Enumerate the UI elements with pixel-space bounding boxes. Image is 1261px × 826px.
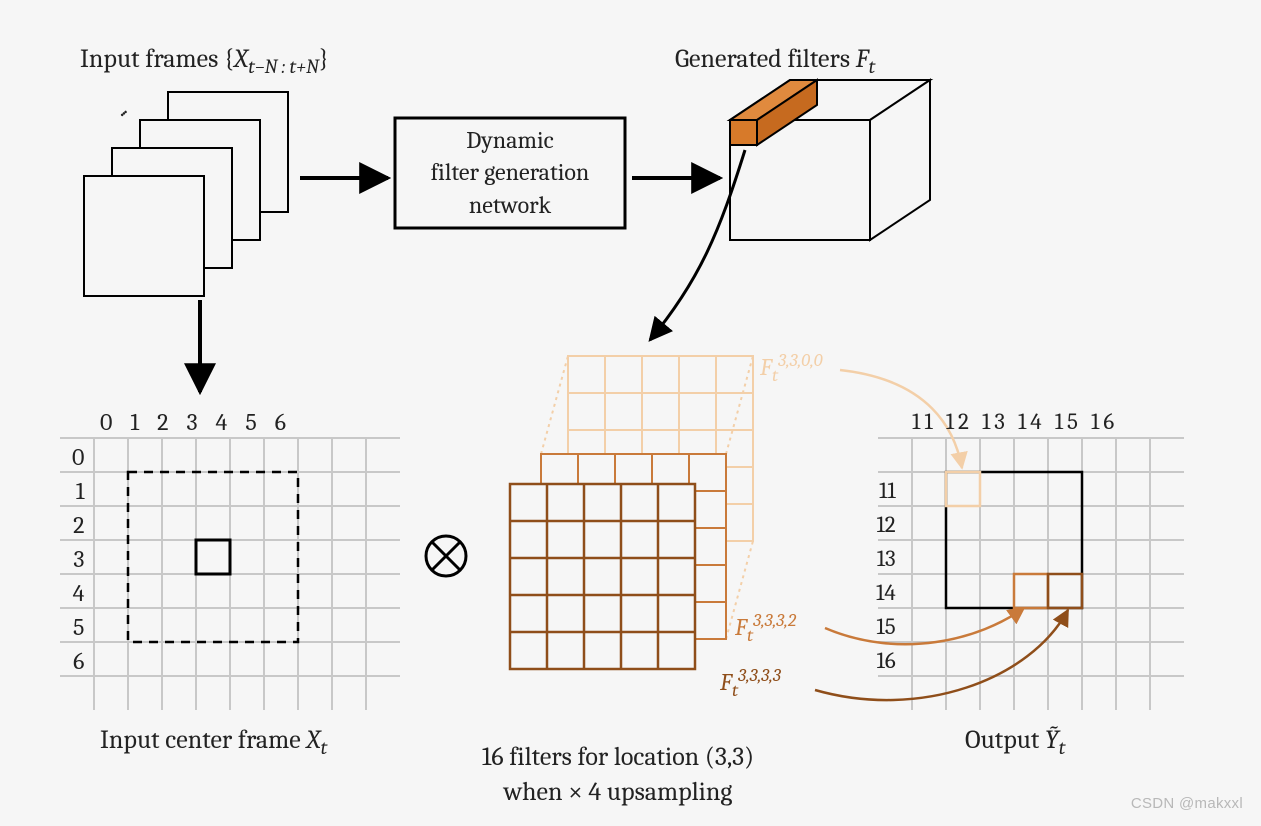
sup: 3,3,0,0: [778, 350, 823, 371]
sym: X: [234, 44, 248, 74]
r0: 0: [72, 440, 84, 474]
label-sixteen-filters: 16 filters for location (3,3) when × 4 u…: [438, 740, 798, 810]
c0: 0: [100, 408, 130, 436]
r1: 12: [876, 508, 896, 542]
r3: 3: [72, 542, 84, 576]
l1a: 16 filters for location: [482, 742, 705, 772]
suffix: }: [319, 44, 329, 74]
c4: 15: [1055, 408, 1082, 435]
l1: Dynamic: [466, 126, 554, 154]
filter-stack: [510, 356, 753, 669]
c2: 13: [982, 408, 1009, 435]
sym: F: [720, 668, 732, 696]
c2: 2: [157, 408, 186, 436]
r1: 1: [72, 474, 84, 508]
sub: t: [869, 55, 876, 78]
input-grid-col-labels: 0123456: [100, 408, 304, 436]
filters-cube: [730, 80, 930, 240]
label-input-center-frame: Input center frame Xt: [100, 725, 327, 759]
sup: 3,3,3,3: [738, 665, 781, 686]
label-input-frames: Input frames {Xt−N : t+N}: [80, 44, 329, 78]
r2: 13: [876, 542, 896, 576]
text: Output: [965, 725, 1045, 755]
sub: t: [1059, 736, 1066, 759]
output-grid-row-labels: 11 12 13 14 15 16: [876, 474, 896, 678]
sym: F: [856, 44, 869, 74]
sym: Ỹ: [1045, 725, 1059, 755]
c6: 6: [275, 408, 304, 436]
c1: 12: [946, 408, 973, 435]
l2: filter generation: [431, 158, 590, 186]
sym: F: [760, 353, 772, 381]
sup: 3,3,3,2: [753, 610, 796, 631]
r3: 14: [876, 576, 896, 610]
c4: 4: [216, 408, 246, 436]
output-grid: [878, 438, 1184, 710]
c3: 14: [1018, 408, 1046, 435]
c1: 1: [130, 408, 157, 436]
sub: t: [321, 736, 328, 759]
label-filter-c: Ft3,3,3,3: [720, 665, 781, 701]
arrow-filter-c: [815, 610, 1068, 700]
sym: X: [306, 725, 320, 755]
l3: network: [469, 191, 551, 219]
label-network: Dynamic filter generation network: [395, 124, 625, 221]
output-grid-col-labels: 11 12 13 14 15 16: [912, 408, 1118, 435]
r0: 11: [876, 474, 896, 508]
input-frames-stack: [84, 92, 288, 296]
r4: 15: [876, 610, 896, 644]
c5: 16: [1091, 408, 1118, 435]
c5: 5: [245, 408, 274, 436]
label-filter-b: Ft3,3,3,2: [735, 610, 796, 646]
input-center-grid: [60, 438, 400, 710]
subscript: t−N : t+N: [248, 55, 319, 78]
r2: 2: [72, 508, 84, 542]
c3: 3: [186, 408, 215, 436]
text: Input frames {: [80, 44, 234, 74]
label-generated-filters: Generated filters Ft: [675, 44, 875, 78]
sym: F: [735, 613, 747, 641]
l2: when × 4 upsampling: [504, 777, 733, 807]
input-grid-row-labels: 0 1 2 3 4 5 6: [72, 440, 84, 678]
r5: 5: [72, 610, 84, 644]
r4: 4: [72, 576, 84, 610]
c0: 11: [912, 408, 937, 435]
text: Input center frame: [100, 725, 306, 755]
text: Generated filters: [675, 44, 856, 74]
l1b: (3,3): [705, 742, 754, 772]
arrow-filter-b: [825, 608, 1024, 644]
label-filter-a: Ft3,3,0,0: [760, 350, 823, 386]
watermark: CSDN @makxxl: [1131, 795, 1243, 812]
label-output: Output Ỹt: [965, 725, 1065, 759]
r5: 16: [876, 644, 896, 678]
r6: 6: [72, 644, 84, 678]
tensor-product-icon: [426, 536, 466, 576]
